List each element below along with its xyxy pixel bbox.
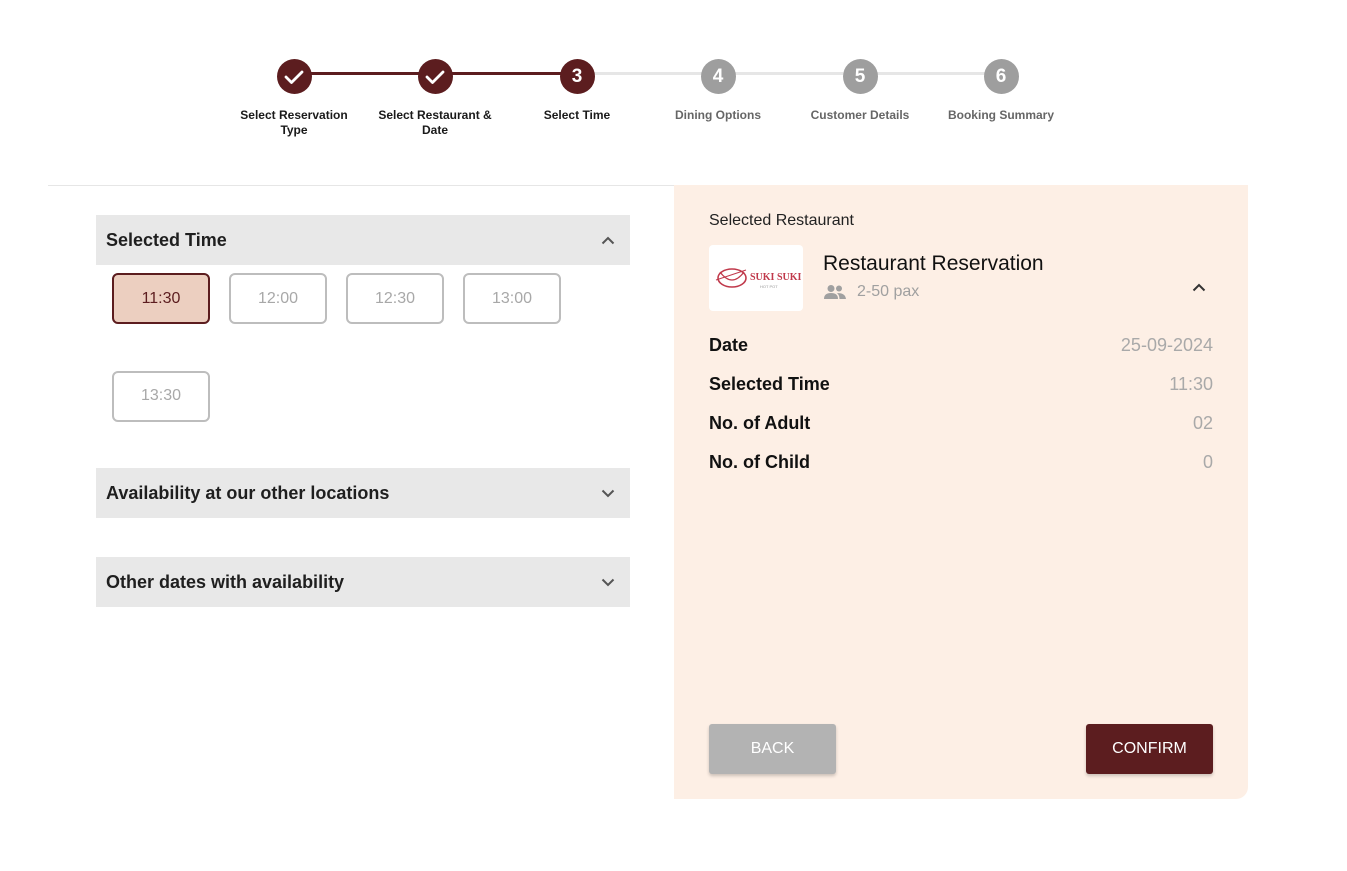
people-icon [824, 285, 846, 299]
chevron-up-icon[interactable] [1192, 279, 1206, 297]
other-locations-accordion-header[interactable]: Availability at our other locations [96, 468, 630, 518]
logo-subtext: HOT POT [760, 284, 778, 289]
pax-info: 2-50 pax [823, 283, 919, 301]
detail-value: 02 [1192, 413, 1213, 433]
detail-row-date: Date 25-09-2024 [709, 335, 1213, 356]
step-number: 6 [983, 59, 1019, 94]
step-dining-options: 4 Dining Options [648, 59, 788, 123]
step-customer-details: 5 Customer Details [790, 59, 930, 123]
step-label: Dining Options [675, 108, 761, 122]
chevron-down-icon[interactable] [600, 485, 616, 501]
selected-restaurant-label: Selected Restaurant [709, 212, 854, 229]
check-icon [276, 59, 312, 94]
restaurant-name: Restaurant Reservation [823, 252, 1044, 275]
accordion-title: Availability at our other locations [106, 482, 390, 503]
other-dates-accordion-header[interactable]: Other dates with availability [96, 557, 630, 607]
time-slot[interactable]: 12:00 [229, 273, 327, 324]
step-booking-summary: 6 Booking Summary [931, 59, 1071, 123]
step-number: 4 [700, 59, 736, 94]
step-label: Customer Details [810, 108, 910, 122]
reservation-summary-panel: Selected Restaurant SUKI SUKI HOT POT Re… [674, 185, 1248, 799]
divider [48, 185, 674, 186]
step-number: 5 [842, 59, 878, 94]
detail-key: Date [709, 335, 749, 355]
detail-key: No. of Adult [709, 413, 811, 433]
time-slot[interactable]: 11:30 [112, 273, 210, 324]
detail-value: 0 [1202, 452, 1213, 472]
back-button[interactable]: BACK [709, 724, 836, 774]
stepper: Select Reservation Type Select Restauran… [0, 0, 1347, 160]
step-label: Select Reservation Type [240, 108, 348, 137]
restaurant-logo: SUKI SUKI HOT POT [709, 245, 803, 311]
chevron-up-icon[interactable] [600, 232, 616, 248]
time-slot[interactable]: 13:30 [112, 370, 210, 422]
confirm-button[interactable]: CONFIRM [1086, 724, 1213, 774]
accordion-title: Other dates with availability [106, 571, 345, 592]
step-number: 3 [559, 59, 595, 94]
chevron-down-icon[interactable] [600, 574, 616, 590]
detail-row-child: No. of Child 0 [709, 452, 1213, 473]
detail-key: No. of Child [709, 452, 810, 472]
time-selection-panel: Selected Time 11:30 12:00 12:30 13:00 13… [96, 215, 630, 607]
accordion-title: Selected Time [106, 229, 227, 250]
detail-row-adult: No. of Adult 02 [709, 413, 1213, 434]
pax-text: 2-50 pax [857, 283, 920, 300]
time-slot[interactable]: 13:00 [463, 273, 561, 324]
step-label: Booking Summary [947, 108, 1055, 122]
check-icon [417, 59, 453, 94]
detail-value: 25-09-2024 [1120, 335, 1213, 355]
logo-text: SUKI SUKI [750, 272, 802, 283]
time-slot-grid: 11:30 12:00 12:30 13:00 13:30 [96, 265, 630, 468]
step-select-restaurant-date[interactable]: Select Restaurant & Date [365, 59, 505, 138]
step-label: Select Time [543, 108, 611, 122]
detail-row-selected-time: Selected Time 11:30 [709, 374, 1213, 395]
step-label: Select Restaurant & Date [378, 108, 492, 137]
detail-key: Selected Time [709, 374, 830, 394]
step-select-time: 3 Select Time [507, 59, 647, 123]
selected-time-accordion-header[interactable]: Selected Time [96, 215, 630, 265]
step-select-reservation-type[interactable]: Select Reservation Type [224, 59, 364, 138]
time-slot[interactable]: 12:30 [346, 273, 444, 324]
detail-value: 11:30 [1169, 374, 1213, 394]
